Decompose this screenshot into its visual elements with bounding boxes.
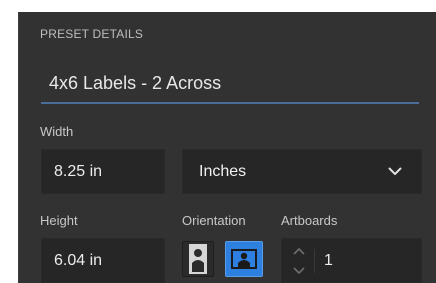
section-title: PRESET DETAILS bbox=[40, 27, 144, 41]
height-input[interactable] bbox=[41, 238, 165, 283]
artboards-label: Artboards bbox=[281, 213, 338, 228]
chevron-down-icon bbox=[387, 164, 403, 180]
preset-name-input[interactable] bbox=[41, 64, 419, 104]
width-label: Width bbox=[40, 124, 74, 139]
portrait-orientation-button[interactable] bbox=[182, 241, 214, 277]
artboards-stepper[interactable]: 1 bbox=[281, 238, 422, 283]
landscape-orientation-icon bbox=[226, 242, 262, 276]
stepper-arrows bbox=[288, 241, 310, 281]
stepper-up-icon[interactable] bbox=[293, 242, 305, 260]
units-dropdown[interactable]: Inches bbox=[182, 149, 422, 194]
units-selected-value: Inches bbox=[199, 162, 247, 180]
artboards-value[interactable]: 1 bbox=[324, 239, 333, 282]
height-label: Height bbox=[40, 213, 78, 228]
stepper-divider bbox=[314, 249, 315, 273]
landscape-orientation-button[interactable] bbox=[225, 241, 263, 277]
width-input[interactable] bbox=[41, 149, 165, 194]
stepper-down-icon[interactable] bbox=[293, 262, 305, 280]
preset-details-panel: PRESET DETAILS Width Inches Height Orien… bbox=[18, 12, 436, 283]
orientation-label: Orientation bbox=[182, 213, 246, 228]
portrait-orientation-icon bbox=[183, 242, 213, 276]
